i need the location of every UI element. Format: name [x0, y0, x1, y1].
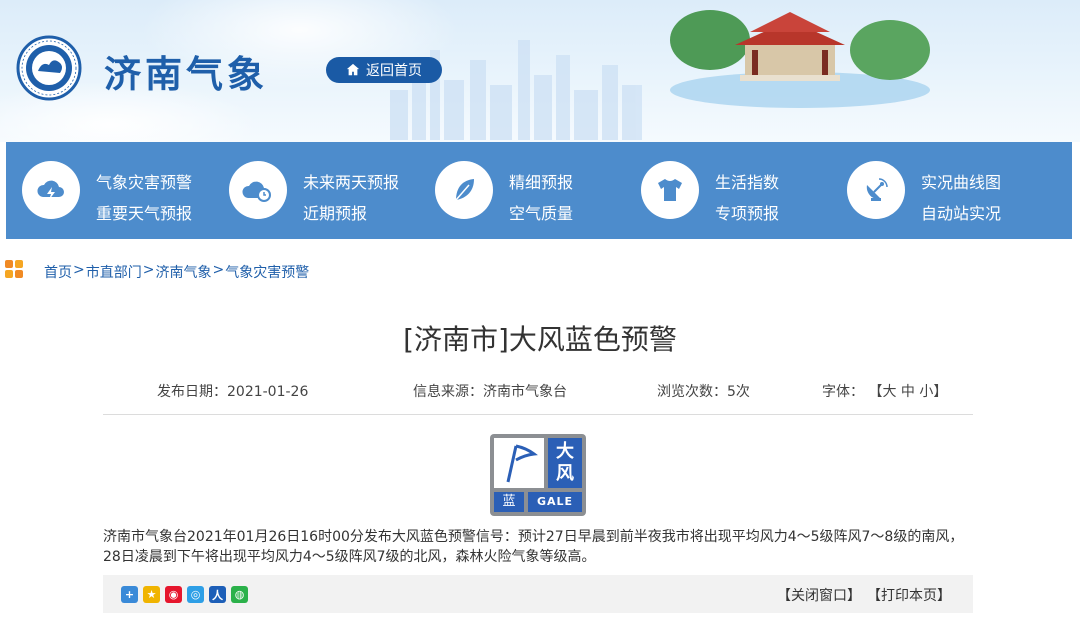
- site-header: 济南气象 返回首页: [0, 0, 1080, 142]
- warning-english-text: GALE: [528, 492, 582, 512]
- share-weibo-icon[interactable]: ◉: [165, 586, 182, 603]
- nav-group-observation: 实况曲线图 自动站实况: [831, 142, 1041, 239]
- print-page-button[interactable]: 【打印本页】: [867, 585, 951, 605]
- article-title: [济南市]大风蓝色预警: [403, 323, 677, 356]
- share-more-icon[interactable]: +: [121, 586, 138, 603]
- nav-link[interactable]: 生活指数: [715, 169, 779, 193]
- cloud-clock-icon: [242, 181, 271, 202]
- breadcrumb-link[interactable]: 气象灾害预警: [225, 262, 309, 282]
- tshirt-icon: [658, 179, 682, 201]
- nav-link[interactable]: 近期预报: [303, 200, 367, 224]
- flag-box: [494, 438, 544, 488]
- font-size-control: 字体： 【大 中 小】: [822, 381, 947, 401]
- close-window-button[interactable]: 【关闭窗口】: [777, 585, 861, 605]
- logo: [16, 35, 82, 101]
- satellite-dish-icon: [866, 178, 888, 201]
- publish-date: 发布日期：2021-01-26: [157, 384, 309, 400]
- nav-circle[interactable]: [229, 161, 287, 219]
- main-nav: 气象灾害预警 重要天气预报 未来两天预报 近期预报 精细预报 空气质量 生活指数…: [6, 142, 1072, 239]
- nav-link[interactable]: 重要天气预报: [96, 200, 192, 224]
- share-qzone-icon[interactable]: ★: [143, 586, 160, 603]
- home-icon: [346, 63, 360, 76]
- warning-type-text: 大风: [548, 438, 582, 488]
- cloud-lightning-icon: [37, 180, 64, 200]
- nav-link[interactable]: 空气质量: [509, 200, 573, 224]
- nav-circle[interactable]: [641, 161, 699, 219]
- nav-link[interactable]: 自动站实况: [921, 200, 1001, 224]
- font-size-options[interactable]: 【大 中 小】: [868, 384, 947, 400]
- wind-flag-icon: [506, 444, 538, 483]
- breadcrumb-link[interactable]: 市直部门: [86, 262, 142, 282]
- grid-icon: [5, 260, 23, 278]
- nav-link[interactable]: 专项预报: [715, 200, 779, 224]
- leaf-icon: [455, 179, 474, 201]
- breadcrumb: 首页 > 市直部门 > 济南气象 > 气象灾害预警: [44, 262, 309, 282]
- share-tencent-icon[interactable]: ◎: [187, 586, 204, 603]
- home-button[interactable]: 返回首页: [326, 57, 442, 83]
- article-toolbar: + ★ ◉ ◎ 人 ◍ 【关闭窗口】 【打印本页】: [103, 575, 973, 613]
- nav-circle[interactable]: [22, 161, 80, 219]
- breadcrumb-separator: >: [212, 262, 225, 278]
- nav-link[interactable]: 精细预报: [509, 169, 573, 193]
- font-size-label: 字体：: [822, 384, 864, 400]
- nav-group-warnings: 气象灾害预警 重要天气预报: [6, 142, 216, 239]
- gale-warning-icon: 大风 蓝 GALE: [490, 434, 586, 516]
- page-actions: 【关闭窗口】 【打印本页】: [777, 585, 951, 605]
- pavilion-landscape-graphic: [670, 10, 930, 108]
- nav-link[interactable]: 气象灾害预警: [96, 169, 192, 193]
- home-button-label: 返回首页: [366, 63, 422, 79]
- breadcrumb-separator: >: [142, 262, 155, 278]
- site-title: 济南气象: [104, 53, 268, 96]
- warning-level-text: 蓝: [494, 492, 524, 512]
- nav-link[interactable]: 未来两天预报: [303, 169, 399, 193]
- breadcrumb-separator: >: [73, 262, 85, 278]
- breadcrumb-link[interactable]: 济南气象: [155, 262, 211, 282]
- divider: [103, 414, 973, 415]
- share-buttons: + ★ ◉ ◎ 人 ◍: [121, 586, 248, 603]
- nav-link[interactable]: 实况曲线图: [921, 169, 1001, 193]
- nav-group-life: 生活指数 专项预报: [625, 142, 835, 239]
- nav-circle[interactable]: [435, 161, 493, 219]
- nav-group-forecast: 未来两天预报 近期预报: [213, 142, 423, 239]
- nav-circle[interactable]: [847, 161, 905, 219]
- view-count: 浏览次数：5次: [657, 384, 750, 400]
- info-source: 信息来源：济南市气象台: [413, 384, 567, 400]
- nav-group-fine: 精细预报 空气质量: [419, 142, 629, 239]
- share-renren-icon[interactable]: 人: [209, 586, 226, 603]
- share-wechat-icon[interactable]: ◍: [231, 586, 248, 603]
- breadcrumb-link[interactable]: 首页: [44, 262, 72, 282]
- article-body: 济南市气象台2021年01月26日16时00分发布大风蓝色预警信号：预计27日早…: [103, 529, 964, 565]
